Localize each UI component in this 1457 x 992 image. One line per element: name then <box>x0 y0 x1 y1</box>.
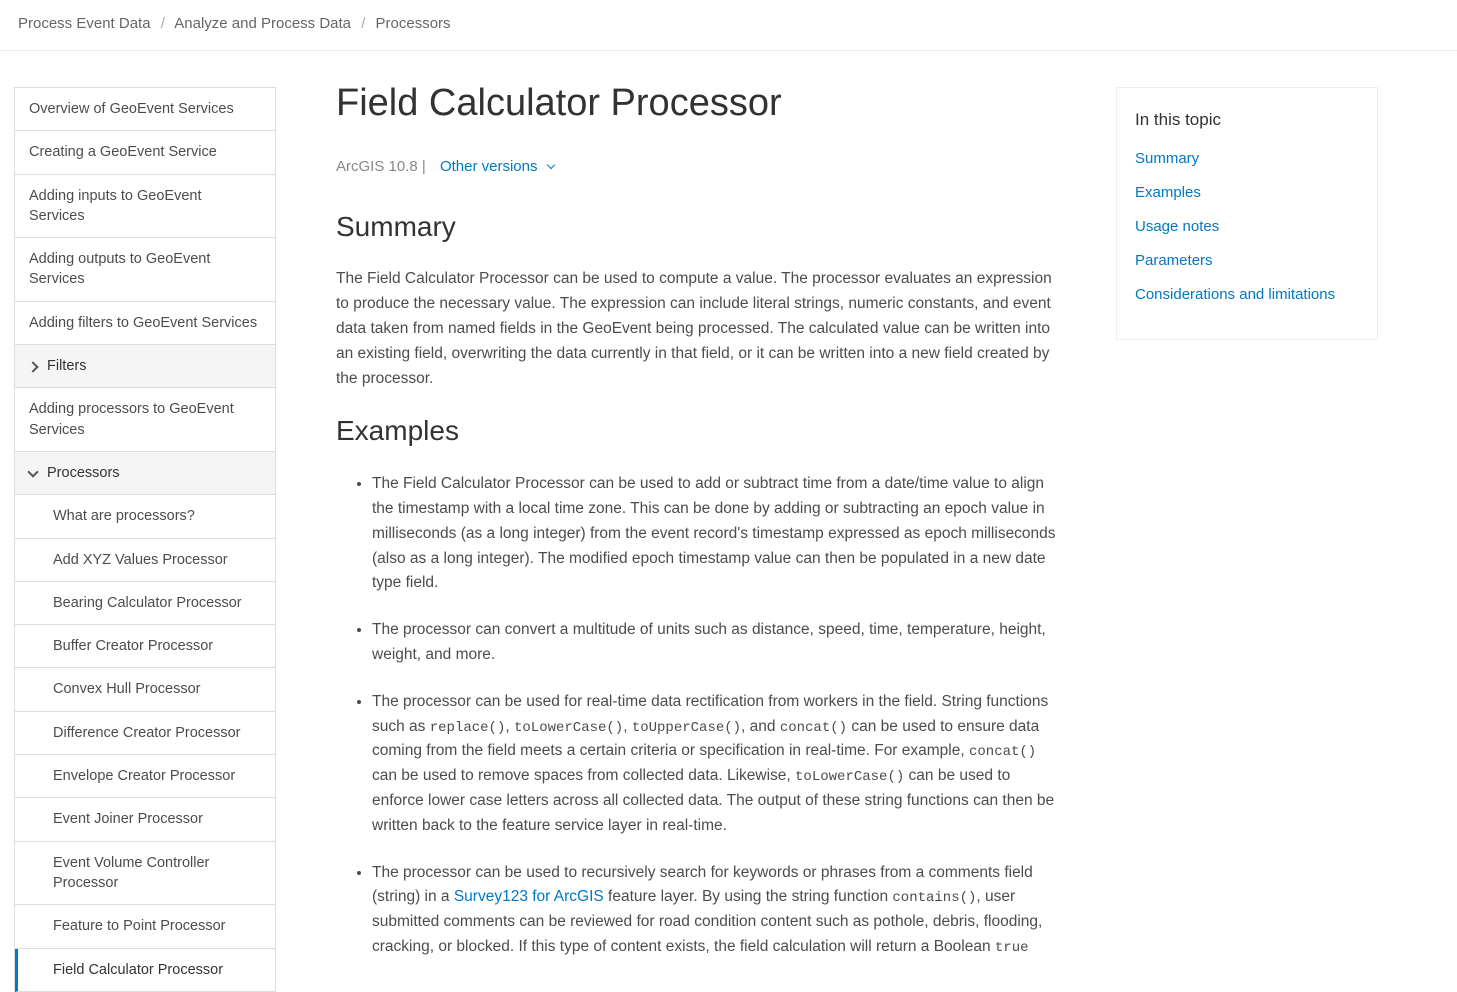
sidebar-group-filters[interactable]: Filters <box>15 345 275 388</box>
sidebar-subitem[interactable]: Envelope Creator Processor <box>15 755 275 798</box>
breadcrumb: Process Event Data / Analyze and Process… <box>0 0 1457 51</box>
main-content: Field Calculator Processor ArcGIS 10.8 |… <box>336 81 1056 982</box>
sidebar-subitem[interactable]: What are processors? <box>15 495 275 538</box>
sidebar-subitem[interactable]: Add XYZ Values Processor <box>15 539 275 582</box>
code: toLowerCase() <box>795 769 904 785</box>
page-title: Field Calculator Processor <box>336 81 1056 127</box>
sidebar-subitem[interactable]: Buffer Creator Processor <box>15 625 275 668</box>
toc-link[interactable]: Examples <box>1135 181 1359 205</box>
sidebar-subitem[interactable]: Bearing Calculator Processor <box>15 582 275 625</box>
example-item: The processor can convert a multitude of… <box>372 618 1056 668</box>
code: contains() <box>892 890 976 906</box>
sidebar-item[interactable]: Adding filters to GeoEvent Services <box>15 302 275 345</box>
other-versions-dropdown[interactable]: Other versions <box>440 158 554 175</box>
sidebar-item[interactable]: Adding inputs to GeoEvent Services <box>15 175 275 239</box>
sidebar-subitem[interactable]: Event Joiner Processor <box>15 798 275 841</box>
code: toUpperCase() <box>632 720 741 736</box>
sidebar-item-label: Processors <box>47 463 120 483</box>
survey123-link[interactable]: Survey123 for ArcGIS <box>454 888 604 905</box>
section-heading-summary: Summary <box>336 205 1056 250</box>
toc-link[interactable]: Parameters <box>1135 249 1359 273</box>
code: toLowerCase() <box>514 720 623 736</box>
sidebar-subitem-active[interactable]: Field Calculator Processor <box>15 949 275 992</box>
sidebar-item[interactable]: Adding processors to GeoEvent Services <box>15 388 275 452</box>
toc-link[interactable]: Summary <box>1135 147 1359 171</box>
section-heading-examples: Examples <box>336 409 1056 454</box>
chevron-down-icon <box>27 466 38 477</box>
sidebar-item[interactable]: Adding outputs to GeoEvent Services <box>15 238 275 302</box>
version-label: ArcGIS 10.8 <box>336 158 418 175</box>
examples-list: The Field Calculator Processor can be us… <box>336 472 1056 960</box>
code: concat() <box>780 720 847 736</box>
sidebar-subitem[interactable]: Convex Hull Processor <box>15 668 275 711</box>
sidebar-subitem[interactable]: Feature to Point Processor <box>15 905 275 948</box>
sidebar-subitem[interactable]: Difference Creator Processor <box>15 712 275 755</box>
sidebar-item[interactable]: Creating a GeoEvent Service <box>15 131 275 174</box>
breadcrumb-item[interactable]: Analyze and Process Data <box>174 15 351 32</box>
toc-heading: In this topic <box>1135 106 1359 133</box>
example-item: The processor can be used to recursively… <box>372 861 1056 960</box>
version-row: ArcGIS 10.8 | Other versions <box>336 155 1056 179</box>
sidebar: Overview of GeoEvent Services Creating a… <box>14 87 276 992</box>
chevron-down-icon <box>546 160 554 168</box>
breadcrumb-item[interactable]: Process Event Data <box>18 15 151 32</box>
summary-text: The Field Calculator Processor can be us… <box>336 267 1056 391</box>
sidebar-item-label: Filters <box>47 356 86 376</box>
code: concat() <box>969 744 1036 760</box>
toc-link[interactable]: Usage notes <box>1135 215 1359 239</box>
code: replace() <box>430 720 506 736</box>
breadcrumb-sep: / <box>161 15 165 32</box>
in-this-topic: In this topic Summary Examples Usage not… <box>1116 87 1378 340</box>
sidebar-subitem[interactable]: Event Volume Controller Processor <box>15 842 275 906</box>
breadcrumb-item[interactable]: Processors <box>376 15 451 32</box>
other-versions-label: Other versions <box>440 158 538 175</box>
toc-link[interactable]: Considerations and limitations <box>1135 283 1359 307</box>
sidebar-group-processors[interactable]: Processors <box>15 452 275 495</box>
example-item: The Field Calculator Processor can be us… <box>372 472 1056 596</box>
sidebar-item[interactable]: Overview of GeoEvent Services <box>15 88 275 131</box>
example-item: The processor can be used for real-time … <box>372 690 1056 839</box>
code: true <box>995 940 1029 956</box>
chevron-right-icon <box>27 361 38 372</box>
breadcrumb-sep: / <box>361 15 365 32</box>
